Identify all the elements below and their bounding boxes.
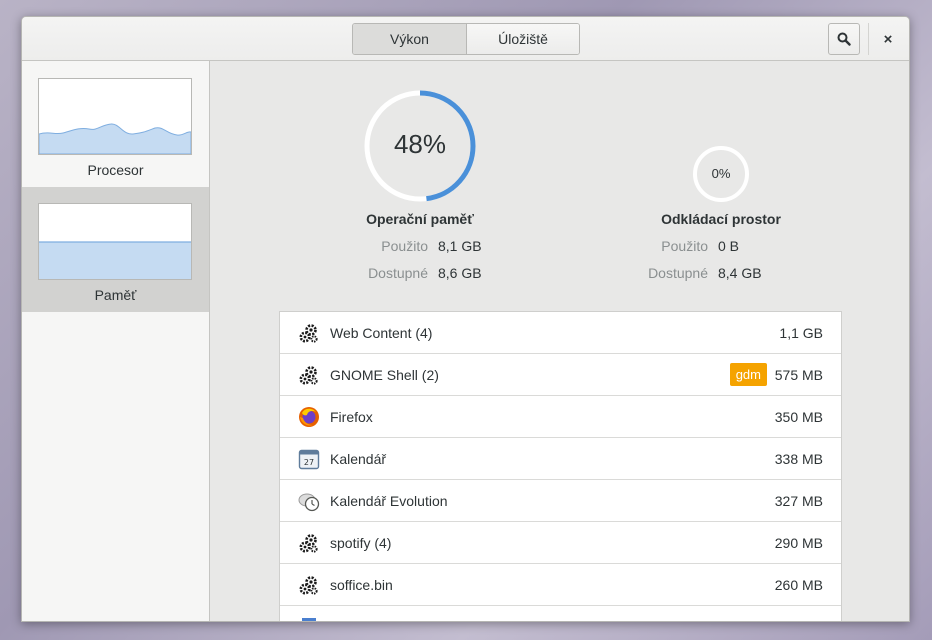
process-name: Web Content (4) [330, 324, 433, 341]
bottom-divider [211, 621, 910, 622]
memory-available-value: 8,6 GB [438, 265, 482, 281]
swap-used-row: Použito 0 B [623, 238, 739, 254]
calendar-icon: 27 [298, 449, 320, 470]
list-item[interactable]: Kalendář Evolution 327 MB [280, 480, 841, 522]
processor-graph-thumbnail [38, 78, 192, 155]
list-item[interactable]: spotify (4) 290 MB [280, 522, 841, 564]
process-list: Web Content (4) 1,1 GB GNOME Shell (2) g… [279, 311, 842, 621]
process-name: Kalendář [330, 450, 387, 467]
tab-storage[interactable]: Úložiště [466, 24, 579, 54]
process-memory: 1,1 GB [779, 324, 823, 341]
process-memory: 290 MB [774, 534, 823, 551]
process-name: Kalendář Evolution [330, 492, 448, 509]
header-bar: Výkon Úložiště × [22, 17, 909, 61]
header-separator [868, 23, 869, 55]
gears-icon [299, 324, 318, 343]
process-memory: 338 MB [774, 450, 823, 467]
swap-percent: 0% [711, 166, 731, 181]
sidebar-item-processor-label: Procesor [87, 162, 144, 178]
search-button[interactable] [828, 23, 860, 55]
swap-available-value: 8,4 GB [718, 265, 762, 281]
list-item[interactable]: Firefox 350 MB [280, 396, 841, 438]
memory-used-label: Použito [381, 238, 428, 254]
gears-icon [299, 534, 318, 553]
memory-graph-thumbnail [38, 203, 192, 280]
memory-available-label: Dostupné [368, 265, 428, 281]
list-item[interactable]: 27 Kalendář 338 MB [280, 438, 841, 480]
list-item[interactable]: Web Content (4) 1,1 GB [280, 312, 841, 354]
list-item-partial[interactable] [280, 606, 841, 621]
calendar-icon-date: 27 [304, 458, 314, 467]
document-icon [302, 618, 316, 621]
list-item[interactable]: GNOME Shell (2) gdm 575 MB [280, 354, 841, 396]
swap-available-label: Dostupné [648, 265, 708, 281]
swap-title: Odkládací prostor [661, 211, 781, 227]
memory-percent: 48% [393, 129, 447, 159]
tab-performance[interactable]: Výkon [353, 24, 466, 54]
process-name: soffice.bin [330, 576, 393, 593]
list-item[interactable]: soffice.bin 260 MB [280, 564, 841, 606]
memory-used-value: 8,1 GB [438, 238, 482, 254]
memory-available-row: Dostupné 8,6 GB [343, 265, 482, 281]
close-icon: × [883, 30, 893, 48]
process-name: spotify (4) [330, 534, 392, 551]
sidebar-item-processor[interactable]: Procesor [22, 61, 209, 186]
process-name: GNOME Shell (2) [330, 366, 439, 383]
memory-gauge: 48% [363, 89, 477, 203]
search-icon [837, 32, 851, 46]
usage-window: Výkon Úložiště × Procesor Paměť 48% Oper… [21, 16, 910, 622]
memory-used-row: Použito 8,1 GB [343, 238, 482, 254]
memory-title: Operační paměť [366, 211, 474, 227]
sidebar-item-memory-label: Paměť [94, 287, 137, 303]
process-memory: 260 MB [774, 576, 823, 593]
swap-used-value: 0 B [718, 238, 740, 254]
memory-view: 48% Operační paměť Použito 8,1 GB Dostup… [211, 61, 910, 622]
process-name: Firefox [330, 408, 373, 425]
user-badge: gdm [729, 363, 767, 386]
process-memory: 350 MB [774, 408, 823, 425]
sidebar-item-memory[interactable]: Paměť [22, 187, 209, 312]
sidebar: Procesor Paměť [22, 61, 210, 621]
gears-icon [299, 576, 318, 595]
close-button[interactable]: × [872, 23, 904, 55]
evolution-clock-icon [298, 493, 320, 512]
process-memory: 575 MB [774, 366, 823, 383]
swap-gauge: 0% [692, 145, 750, 203]
gears-icon [299, 366, 318, 385]
swap-available-row: Dostupné 8,4 GB [623, 265, 762, 281]
swap-used-label: Použito [661, 238, 708, 254]
firefox-icon [299, 407, 319, 427]
process-memory: 327 MB [774, 492, 823, 509]
view-switcher: Výkon Úložiště [352, 23, 580, 55]
